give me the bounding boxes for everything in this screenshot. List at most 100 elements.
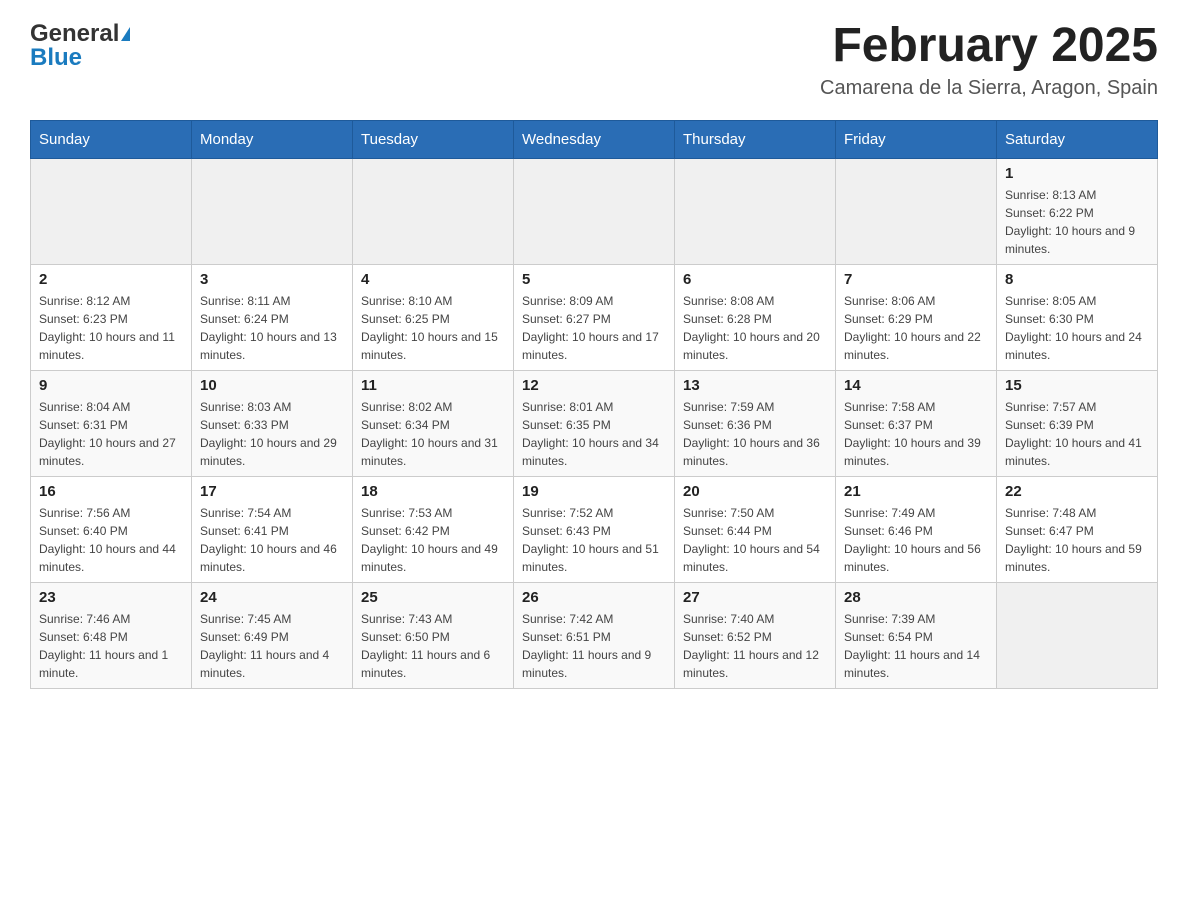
calendar-cell: 21 Sunrise: 7:49 AM Sunset: 6:46 PM Dayli…: [836, 476, 997, 582]
page-header: General Blue February 2025 Camarena de l…: [30, 20, 1158, 100]
day-info: Sunrise: 8:11 AM Sunset: 6:24 PM Dayligh…: [200, 292, 344, 364]
day-number: 7: [844, 271, 988, 288]
calendar-cell: 9 Sunrise: 8:04 AM Sunset: 6:31 PM Daylig…: [31, 370, 192, 476]
logo-blue-text: Blue: [30, 44, 82, 72]
day-info: Sunrise: 7:40 AM Sunset: 6:52 PM Dayligh…: [683, 610, 827, 682]
day-info: Sunrise: 8:12 AM Sunset: 6:23 PM Dayligh…: [39, 292, 183, 364]
calendar-cell: 8Sunrise: 8:05 AM Sunset: 6:30 PM Daylig…: [997, 264, 1158, 370]
day-number: 10: [200, 377, 344, 394]
day-number: 9: [39, 377, 183, 394]
calendar-cell: 23 Sunrise: 7:46 AM Sunset: 6:48 PM Dayli…: [31, 582, 192, 688]
day-info: Sunrise: 7:42 AM Sunset: 6:51 PM Dayligh…: [522, 610, 666, 682]
day-number: 28: [844, 589, 988, 606]
day-number: 6: [683, 271, 827, 288]
day-number: 16: [39, 483, 183, 500]
calendar-cell: [31, 158, 192, 264]
day-info: Sunrise: 7:50 AM Sunset: 6:44 PM Dayligh…: [683, 504, 827, 576]
logo: General Blue: [30, 20, 130, 72]
calendar-cell: 19 Sunrise: 7:52 AM Sunset: 6:43 PM Dayli…: [514, 476, 675, 582]
title-area: February 2025 Camarena de la Sierra, Ara…: [820, 20, 1158, 100]
day-info: Sunrise: 7:45 AM Sunset: 6:49 PM Dayligh…: [200, 610, 344, 682]
day-number: 5: [522, 271, 666, 288]
day-number: 14: [844, 377, 988, 394]
calendar-cell: 24 Sunrise: 7:45 AM Sunset: 6:49 PM Dayli…: [192, 582, 353, 688]
calendar-header-wednesday: Wednesday: [514, 120, 675, 158]
calendar-cell: [192, 158, 353, 264]
day-info: Sunrise: 7:57 AM Sunset: 6:39 PM Dayligh…: [1005, 398, 1149, 470]
day-number: 2: [39, 271, 183, 288]
day-number: 1: [1005, 165, 1149, 182]
location-title: Camarena de la Sierra, Aragon, Spain: [820, 77, 1158, 100]
day-number: 21: [844, 483, 988, 500]
day-number: 15: [1005, 377, 1149, 394]
logo-triangle-icon: [121, 27, 130, 41]
calendar-cell: 16Sunrise: 7:56 AM Sunset: 6:40 PM Dayli…: [31, 476, 192, 582]
day-number: 25: [361, 589, 505, 606]
calendar-header-monday: Monday: [192, 120, 353, 158]
calendar-cell: 13 Sunrise: 7:59 AM Sunset: 6:36 PM Dayli…: [675, 370, 836, 476]
day-info: Sunrise: 7:53 AM Sunset: 6:42 PM Dayligh…: [361, 504, 505, 576]
calendar-cell: 3 Sunrise: 8:11 AM Sunset: 6:24 PM Daylig…: [192, 264, 353, 370]
day-number: 22: [1005, 483, 1149, 500]
calendar-cell: 14 Sunrise: 7:58 AM Sunset: 6:37 PM Dayli…: [836, 370, 997, 476]
calendar-header-tuesday: Tuesday: [353, 120, 514, 158]
calendar-cell: 20 Sunrise: 7:50 AM Sunset: 6:44 PM Dayli…: [675, 476, 836, 582]
calendar-table: SundayMondayTuesdayWednesdayThursdayFrid…: [30, 120, 1158, 689]
calendar-cell: 25 Sunrise: 7:43 AM Sunset: 6:50 PM Dayli…: [353, 582, 514, 688]
day-number: 19: [522, 483, 666, 500]
calendar-cell: 11 Sunrise: 8:02 AM Sunset: 6:34 PM Dayli…: [353, 370, 514, 476]
day-info: Sunrise: 7:46 AM Sunset: 6:48 PM Dayligh…: [39, 610, 183, 682]
calendar-cell: 7 Sunrise: 8:06 AM Sunset: 6:29 PM Daylig…: [836, 264, 997, 370]
day-info: Sunrise: 7:39 AM Sunset: 6:54 PM Dayligh…: [844, 610, 988, 682]
calendar-cell: 5 Sunrise: 8:09 AM Sunset: 6:27 PM Daylig…: [514, 264, 675, 370]
day-number: 24: [200, 589, 344, 606]
calendar-cell: 17 Sunrise: 7:54 AM Sunset: 6:41 PM Dayli…: [192, 476, 353, 582]
calendar-week-3: 9 Sunrise: 8:04 AM Sunset: 6:31 PM Daylig…: [31, 370, 1158, 476]
calendar-header-saturday: Saturday: [997, 120, 1158, 158]
day-info: Sunrise: 8:13 AM Sunset: 6:22 PM Dayligh…: [1005, 186, 1149, 258]
day-number: 26: [522, 589, 666, 606]
day-number: 8: [1005, 271, 1149, 288]
calendar-header-sunday: Sunday: [31, 120, 192, 158]
day-number: 20: [683, 483, 827, 500]
calendar-cell: 22 Sunrise: 7:48 AM Sunset: 6:47 PM Dayli…: [997, 476, 1158, 582]
calendar-cell: [675, 158, 836, 264]
day-info: Sunrise: 7:58 AM Sunset: 6:37 PM Dayligh…: [844, 398, 988, 470]
calendar-cell: 18 Sunrise: 7:53 AM Sunset: 6:42 PM Dayli…: [353, 476, 514, 582]
day-info: Sunrise: 8:03 AM Sunset: 6:33 PM Dayligh…: [200, 398, 344, 470]
day-number: 11: [361, 377, 505, 394]
day-info: Sunrise: 7:49 AM Sunset: 6:46 PM Dayligh…: [844, 504, 988, 576]
day-info: Sunrise: 7:48 AM Sunset: 6:47 PM Dayligh…: [1005, 504, 1149, 576]
calendar-cell: 26 Sunrise: 7:42 AM Sunset: 6:51 PM Dayli…: [514, 582, 675, 688]
day-number: 13: [683, 377, 827, 394]
day-number: 17: [200, 483, 344, 500]
day-info: Sunrise: 8:06 AM Sunset: 6:29 PM Dayligh…: [844, 292, 988, 364]
day-info: Sunrise: 8:01 AM Sunset: 6:35 PM Dayligh…: [522, 398, 666, 470]
day-info: Sunrise: 8:04 AM Sunset: 6:31 PM Dayligh…: [39, 398, 183, 470]
calendar-cell: [997, 582, 1158, 688]
day-number: 27: [683, 589, 827, 606]
day-info: Sunrise: 7:54 AM Sunset: 6:41 PM Dayligh…: [200, 504, 344, 576]
day-info: Sunrise: 7:43 AM Sunset: 6:50 PM Dayligh…: [361, 610, 505, 682]
day-info: Sunrise: 7:59 AM Sunset: 6:36 PM Dayligh…: [683, 398, 827, 470]
calendar-cell: [514, 158, 675, 264]
calendar-cell: 6 Sunrise: 8:08 AM Sunset: 6:28 PM Daylig…: [675, 264, 836, 370]
calendar-week-5: 23 Sunrise: 7:46 AM Sunset: 6:48 PM Dayli…: [31, 582, 1158, 688]
day-number: 23: [39, 589, 183, 606]
day-info: Sunrise: 8:02 AM Sunset: 6:34 PM Dayligh…: [361, 398, 505, 470]
calendar-cell: 27 Sunrise: 7:40 AM Sunset: 6:52 PM Dayli…: [675, 582, 836, 688]
day-info: Sunrise: 8:08 AM Sunset: 6:28 PM Dayligh…: [683, 292, 827, 364]
month-title: February 2025: [820, 20, 1158, 73]
day-info: Sunrise: 8:10 AM Sunset: 6:25 PM Dayligh…: [361, 292, 505, 364]
calendar-cell: 2 Sunrise: 8:12 AM Sunset: 6:23 PM Daylig…: [31, 264, 192, 370]
calendar-week-2: 2 Sunrise: 8:12 AM Sunset: 6:23 PM Daylig…: [31, 264, 1158, 370]
day-info: Sunrise: 8:09 AM Sunset: 6:27 PM Dayligh…: [522, 292, 666, 364]
day-number: 12: [522, 377, 666, 394]
calendar-cell: 12 Sunrise: 8:01 AM Sunset: 6:35 PM Dayli…: [514, 370, 675, 476]
day-info: Sunrise: 7:52 AM Sunset: 6:43 PM Dayligh…: [522, 504, 666, 576]
day-number: 3: [200, 271, 344, 288]
calendar-header-thursday: Thursday: [675, 120, 836, 158]
calendar-cell: [353, 158, 514, 264]
day-number: 18: [361, 483, 505, 500]
calendar-header-row: SundayMondayTuesdayWednesdayThursdayFrid…: [31, 120, 1158, 158]
